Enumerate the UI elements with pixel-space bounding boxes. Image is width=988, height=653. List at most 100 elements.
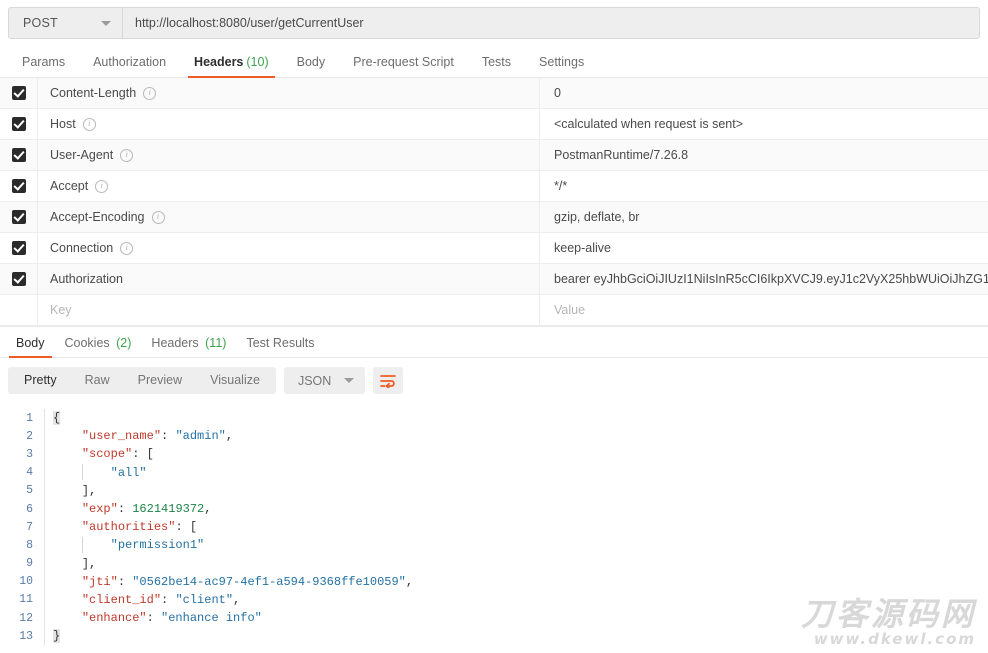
new-header-value-input[interactable]: Value xyxy=(540,295,988,325)
request-tab-label: Pre-request Script xyxy=(353,55,454,69)
chevron-down-icon xyxy=(344,378,355,383)
request-tab-tests[interactable]: Tests xyxy=(468,55,525,77)
info-icon[interactable]: i xyxy=(82,117,96,131)
header-value-input[interactable]: <calculated when request is sent> xyxy=(540,109,988,139)
header-key-input[interactable]: Accept-Encoding i xyxy=(38,202,540,232)
view-mode-preview[interactable]: Preview xyxy=(124,367,196,394)
header-checkbox[interactable] xyxy=(11,241,26,255)
header-checkbox[interactable] xyxy=(11,117,26,131)
table-row: Accept i */* xyxy=(0,171,988,202)
header-checkbox[interactable] xyxy=(11,179,26,193)
info-icon[interactable]: i xyxy=(95,179,109,193)
code-token: "0562be14-ac97-4ef1-a594-9368ffe10059" xyxy=(132,574,406,589)
response-tab-label: Headers xyxy=(151,336,199,350)
code-token: { xyxy=(53,411,61,425)
code-line: 2 "user_name": "admin", xyxy=(0,427,988,446)
new-header-key-input[interactable]: Key xyxy=(38,295,540,325)
header-key-input[interactable]: Content-Length i xyxy=(38,78,540,108)
code-token: 1621419372 xyxy=(132,501,205,516)
info-icon[interactable]: i xyxy=(120,148,134,162)
header-value-input[interactable]: gzip, deflate, br xyxy=(540,202,988,232)
code-line: 11 "client_id": "client", xyxy=(0,590,988,610)
code-line-content: { xyxy=(44,409,988,428)
view-mode-pretty[interactable]: Pretty xyxy=(10,367,71,394)
header-enabled-cell xyxy=(0,140,38,170)
code-token: : xyxy=(146,611,162,626)
request-tab-label: Body xyxy=(296,55,326,69)
line-number: 6 xyxy=(26,502,33,516)
view-mode-raw[interactable]: Raw xyxy=(71,367,124,394)
line-number: 7 xyxy=(26,520,33,534)
response-tab-count: (2) xyxy=(112,336,132,350)
response-tab-body[interactable]: Body xyxy=(6,336,55,358)
code-token: "all" xyxy=(110,465,147,480)
request-tab-settings[interactable]: Settings xyxy=(525,55,598,77)
word-wrap-icon[interactable] xyxy=(373,367,404,394)
header-key-input[interactable]: Accept i xyxy=(38,171,540,201)
header-checkbox[interactable] xyxy=(11,86,26,100)
request-tab-headers[interactable]: Headers (10) xyxy=(180,55,283,78)
code-token: ], xyxy=(81,483,97,498)
header-key-input[interactable]: Host i xyxy=(38,109,540,139)
line-number: 5 xyxy=(26,484,33,498)
request-tab-body[interactable]: Body xyxy=(283,55,340,77)
response-format-label: JSON xyxy=(297,373,332,388)
header-value-input[interactable]: */* xyxy=(540,171,988,201)
request-tab-authorization[interactable]: Authorization xyxy=(79,55,180,77)
code-token: ], xyxy=(81,556,97,571)
table-row: Content-Length i 0 xyxy=(0,78,988,109)
url-input[interactable]: http://localhost:8080/user/getCurrentUse… xyxy=(122,7,980,39)
code-token: : xyxy=(117,574,133,589)
request-url-bar: POST http://localhost:8080/user/getCurre… xyxy=(0,0,988,46)
header-key-input[interactable]: Authorization xyxy=(38,264,540,294)
header-value-input[interactable]: keep-alive xyxy=(540,233,988,263)
code-line: 4 "all" xyxy=(0,463,988,482)
response-tab-headers[interactable]: Headers (11) xyxy=(141,336,236,357)
header-key-text: Accept xyxy=(50,179,89,193)
header-key-text: User-Agent xyxy=(50,148,114,162)
header-checkbox[interactable] xyxy=(11,148,26,162)
response-tab-bar: Body Cookies (2) Headers (11) Test Results xyxy=(0,327,988,358)
header-checkbox[interactable] xyxy=(11,210,26,224)
code-token: "jti" xyxy=(81,574,118,589)
header-value-input[interactable]: bearer eyJhbGciOiJIUzI1NiIsInR5cCI6IkpXV… xyxy=(540,264,988,294)
response-tab-test-results[interactable]: Test Results xyxy=(236,336,324,357)
code-line-content: ], xyxy=(44,554,988,573)
code-line-content: "permission1" xyxy=(44,536,988,555)
code-token: "exp" xyxy=(81,501,118,516)
info-icon[interactable]: i xyxy=(120,241,134,255)
request-tab-label: Params xyxy=(22,55,66,69)
code-token: : xyxy=(117,501,133,516)
header-enabled-cell xyxy=(0,109,38,139)
view-mode-group: Pretty Raw Preview Visualize xyxy=(8,367,276,394)
line-number: 4 xyxy=(26,466,33,480)
request-tab-pre-request-script[interactable]: Pre-request Script xyxy=(339,55,468,77)
header-value-input[interactable]: 0 xyxy=(540,78,988,108)
chevron-down-icon xyxy=(101,20,111,26)
header-key-text: Content-Length xyxy=(50,86,137,100)
header-checkbox[interactable] xyxy=(11,272,26,286)
request-tab-params[interactable]: Params xyxy=(8,55,79,77)
header-value-input[interactable]: PostmanRuntime/7.26.8 xyxy=(540,140,988,170)
http-method-select[interactable]: POST xyxy=(8,7,122,39)
header-key-input[interactable]: Connection i xyxy=(38,233,540,263)
code-token: "client_id" xyxy=(81,592,162,607)
view-mode-visualize[interactable]: Visualize xyxy=(196,367,274,394)
line-number: 3 xyxy=(26,447,33,461)
line-number: 8 xyxy=(26,538,33,552)
info-icon[interactable]: i xyxy=(143,86,157,100)
code-token: "enhance info" xyxy=(161,611,262,626)
code-line-content: ], xyxy=(44,481,988,500)
request-tab-count: (10) xyxy=(246,55,269,69)
response-tab-cookies[interactable]: Cookies (2) xyxy=(55,336,142,357)
table-row-new: Key Value xyxy=(0,295,988,326)
response-body-code[interactable]: 1{2 "user_name": "admin", 3 "scope": [4 "… xyxy=(0,403,988,646)
header-key-input[interactable]: User-Agent i xyxy=(38,140,540,170)
response-tab-label: Cookies xyxy=(64,336,110,350)
header-enabled-cell xyxy=(0,233,38,263)
response-format-select[interactable]: JSON xyxy=(283,367,366,394)
code-line-content: "authorities": [ xyxy=(44,518,988,537)
response-tab-label: Body xyxy=(16,336,45,350)
code-token: : xyxy=(161,592,176,607)
info-icon[interactable]: i xyxy=(151,210,165,224)
